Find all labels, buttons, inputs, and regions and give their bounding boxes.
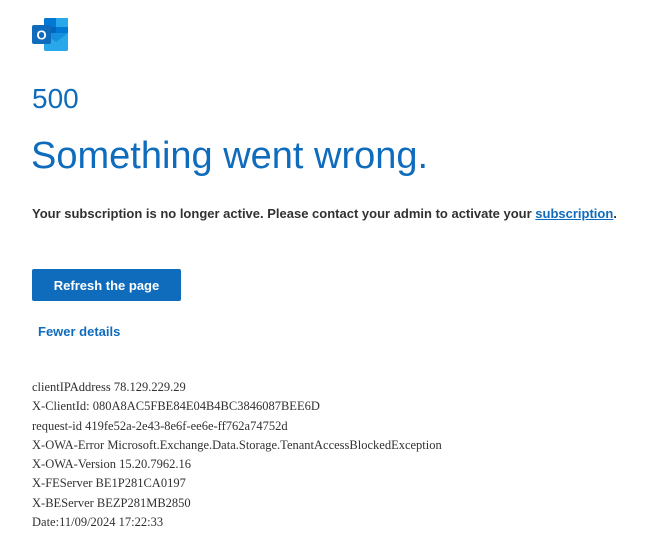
- detail-date: Date:11/09/2024 17:22:33: [32, 515, 164, 530]
- refresh-page-button[interactable]: Refresh the page: [32, 269, 181, 301]
- detail-fe-server: X-FEServer BE1P281CA0197: [32, 476, 186, 491]
- detail-be-server: X-BEServer BEZP281MB2850: [32, 495, 191, 510]
- logo-letter: O: [36, 28, 46, 43]
- detail-client-id: X-ClientId: 080A8AC5FBE84E04B4BC3846087B…: [32, 399, 320, 414]
- detail-owa-version: X-OWA-Version 15.20.7962.16: [32, 457, 192, 472]
- error-message-text: Your subscription is no longer active. P…: [32, 206, 536, 221]
- error-message: Your subscription is no longer active. P…: [32, 205, 617, 222]
- page-title: Something went wrong.: [31, 135, 429, 177]
- detail-request-id: request-id 419fe52a-2e43-8e6f-ee6e-ff762…: [32, 418, 288, 433]
- error-message-end: .: [613, 206, 617, 221]
- outlook-logo-icon: O: [32, 18, 68, 51]
- detail-client-ip: clientIPAddress 78.129.229.29: [32, 380, 186, 394]
- detail-owa-error: X-OWA-Error Microsoft.Exchange.Data.Stor…: [32, 437, 442, 452]
- fewer-details-link[interactable]: Fewer details: [38, 323, 120, 340]
- error-details: clientIPAddress 78.129.229.29 X-ClientId…: [32, 378, 442, 532]
- subscription-link[interactable]: subscription: [535, 206, 613, 221]
- error-code: 500: [32, 83, 79, 114]
